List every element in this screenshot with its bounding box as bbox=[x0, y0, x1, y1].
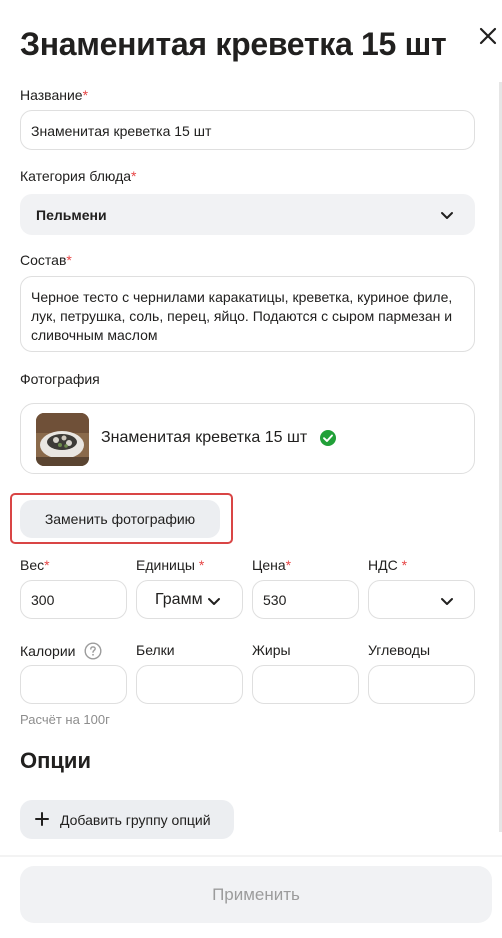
name-field[interactable]: Знаменитая креветка 15 шт bbox=[20, 110, 475, 150]
vat-select[interactable] bbox=[368, 580, 475, 619]
weight-label: Вес* bbox=[20, 557, 50, 573]
per-100g-hint: Расчёт на 100г bbox=[20, 712, 110, 727]
name-label: Название* bbox=[20, 87, 89, 103]
check-circle-icon bbox=[319, 429, 337, 447]
weight-field[interactable]: 300 bbox=[20, 580, 127, 619]
weight-field-value: 300 bbox=[31, 592, 55, 608]
plus-icon bbox=[34, 811, 50, 827]
carbs-label: Углеводы bbox=[368, 642, 431, 658]
footer-divider bbox=[0, 855, 502, 857]
photo-thumbnail bbox=[36, 413, 89, 466]
help-icon[interactable] bbox=[84, 642, 102, 660]
photo-label: Фотография bbox=[20, 371, 100, 387]
chevron-down-icon bbox=[440, 594, 454, 608]
composition-label: Состав* bbox=[20, 252, 72, 268]
replace-photo-button[interactable]: Заменить фотографию bbox=[20, 500, 220, 538]
price-field[interactable]: 530 bbox=[252, 580, 359, 619]
proteins-label: Белки bbox=[136, 642, 175, 658]
units-select[interactable]: Грамм bbox=[136, 580, 243, 619]
page-title: Знаменитая креветка 15 шт bbox=[20, 26, 447, 62]
options-title: Опции bbox=[20, 748, 91, 773]
name-field-value: Знаменитая креветка 15 шт bbox=[31, 123, 212, 139]
photo-file-name: Знаменитая креветка 15 шт bbox=[101, 429, 308, 446]
add-option-group-label: Добавить группу опций bbox=[60, 812, 211, 828]
chevron-down-icon bbox=[207, 594, 221, 608]
calories-field[interactable] bbox=[20, 665, 127, 704]
close-button[interactable] bbox=[476, 24, 500, 48]
calories-label: Калории bbox=[20, 643, 76, 659]
price-label: Цена* bbox=[252, 557, 292, 573]
fats-field[interactable] bbox=[252, 665, 359, 704]
vat-label: НДС * bbox=[368, 557, 408, 573]
apply-button[interactable]: Применить bbox=[20, 866, 492, 923]
carbs-field[interactable] bbox=[368, 665, 475, 704]
add-option-group-button[interactable]: Добавить группу опций bbox=[20, 800, 234, 839]
photo-card: Знаменитая креветка 15 шт bbox=[20, 403, 475, 474]
category-select[interactable]: Пельмени bbox=[20, 194, 475, 235]
category-select-value: Пельмени bbox=[36, 207, 107, 223]
price-field-value: 530 bbox=[263, 592, 287, 608]
fats-label: Жиры bbox=[252, 642, 291, 658]
close-icon bbox=[479, 27, 497, 45]
category-label: Категория блюда* bbox=[20, 168, 137, 184]
units-label: Единицы * bbox=[136, 557, 205, 573]
composition-textarea[interactable]: Черное тесто с чернилами каракатицы, кре… bbox=[20, 276, 475, 352]
proteins-field[interactable] bbox=[136, 665, 243, 704]
chevron-down-icon bbox=[440, 208, 454, 222]
units-select-value: Грамм bbox=[155, 591, 203, 608]
